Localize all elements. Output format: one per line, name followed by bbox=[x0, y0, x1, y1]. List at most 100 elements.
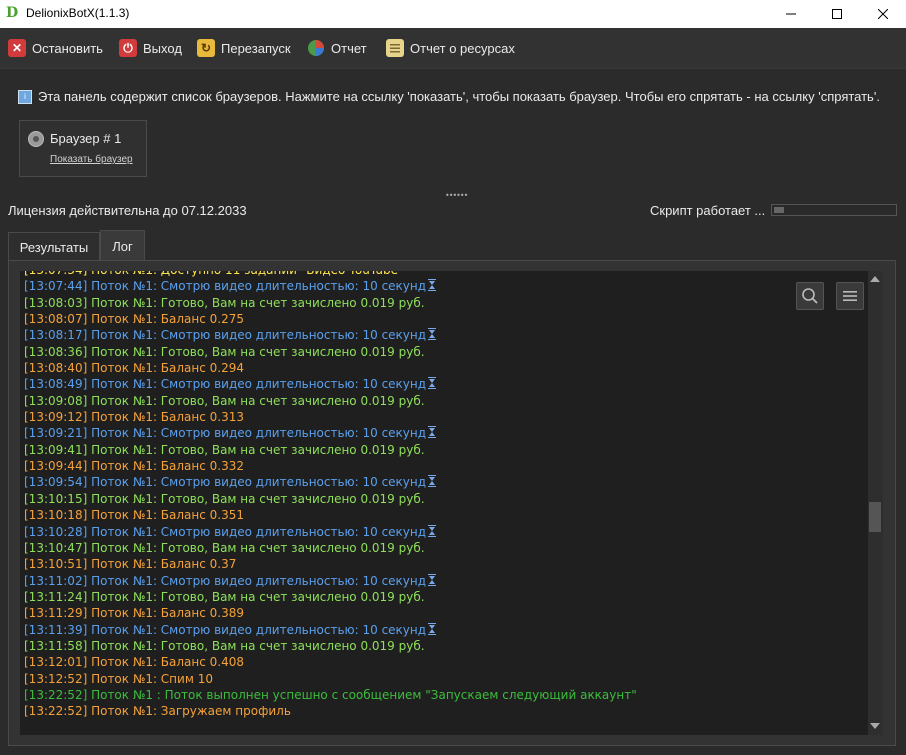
report-button[interactable]: Отчет bbox=[307, 37, 367, 59]
log-line: [13:09:44] Поток №1: Баланс 0.332 bbox=[24, 458, 637, 474]
maximize-icon bbox=[832, 9, 842, 19]
hourglass-icon bbox=[427, 328, 437, 340]
log-line-text: [13:08:36] Поток №1: Готово, Вам на счет… bbox=[24, 344, 425, 359]
log-line-text: [13:10:18] Поток №1: Баланс 0.351 bbox=[24, 508, 245, 523]
log-line-text: [13:07:44] Поток №1: Смотрю видео длител… bbox=[24, 279, 427, 294]
log-line-text: [13:09:44] Поток №1: Баланс 0.332 bbox=[24, 459, 245, 474]
toolbar: ✕ Остановить ⏻ Выход ↻ Перезапуск Отчет … bbox=[0, 28, 906, 69]
log-line-text: [13:09:54] Поток №1: Смотрю видео длител… bbox=[24, 475, 427, 490]
log-line: [13:08:36] Поток №1: Готово, Вам на счет… bbox=[24, 344, 637, 360]
progress-bar bbox=[771, 204, 897, 216]
app-logo-icon: D bbox=[6, 5, 19, 21]
report-label: Отчет bbox=[331, 40, 367, 56]
log-line-text: [13:11:24] Поток №1: Готово, Вам на счет… bbox=[24, 589, 425, 604]
tab-log[interactable]: Лог bbox=[100, 230, 145, 261]
log-line: [13:22:52] Поток №1: Загружаем профиль bbox=[24, 703, 637, 719]
log-view[interactable]: [13:07:34] Поток №1: Доступно 11 заданий… bbox=[20, 271, 868, 735]
document-list-icon bbox=[386, 39, 404, 57]
show-browser-link[interactable]: Показать браузер bbox=[50, 154, 133, 165]
menu-icon bbox=[843, 291, 857, 301]
log-line: [13:08:17] Поток №1: Смотрю видео длител… bbox=[24, 327, 637, 343]
log-line: [13:08:07] Поток №1: Баланс 0.275 bbox=[24, 311, 637, 327]
log-line-text: [13:22:52] Поток №1: Загружаем профиль bbox=[24, 704, 291, 719]
log-line: [13:09:12] Поток №1: Баланс 0.313 bbox=[24, 409, 637, 425]
maximize-button[interactable] bbox=[814, 0, 860, 28]
hourglass-icon bbox=[427, 475, 437, 487]
log-line-text: [13:07:34] Поток №1: Доступно 11 заданий… bbox=[24, 271, 404, 277]
license-text: Лицензия действительна до 07.12.2033 bbox=[8, 203, 247, 218]
log-line: [13:10:28] Поток №1: Смотрю видео длител… bbox=[24, 524, 637, 540]
log-line: [13:10:51] Поток №1: Баланс 0.37 bbox=[24, 556, 637, 572]
log-line-text: [13:08:40] Поток №1: Баланс 0.294 bbox=[24, 361, 245, 376]
hourglass-icon bbox=[427, 377, 437, 389]
scroll-thumb[interactable] bbox=[869, 502, 881, 532]
log-line-text: [13:11:39] Поток №1: Смотрю видео длител… bbox=[24, 622, 427, 637]
log-line: [13:11:02] Поток №1: Смотрю видео длител… bbox=[24, 573, 637, 589]
log-line: [13:09:21] Поток №1: Смотрю видео длител… bbox=[24, 425, 637, 441]
refresh-icon: ↻ bbox=[197, 39, 215, 57]
log-line: [13:12:01] Поток №1: Баланс 0.408 bbox=[24, 654, 637, 670]
log-line-text: [13:09:08] Поток №1: Готово, Вам на счет… bbox=[24, 393, 425, 408]
resources-report-label: Отчет о ресурсах bbox=[410, 40, 515, 56]
minimize-button[interactable] bbox=[768, 0, 814, 28]
window-title: DelionixBotX(1.1.3) bbox=[26, 6, 130, 20]
log-line-text: [13:09:12] Поток №1: Баланс 0.313 bbox=[24, 410, 245, 425]
log-line-text: [13:10:15] Поток №1: Готово, Вам на счет… bbox=[24, 491, 425, 506]
pie-chart-icon bbox=[307, 39, 325, 57]
log-line: [13:11:58] Поток №1: Готово, Вам на счет… bbox=[24, 638, 637, 654]
script-status: Скрипт работает ... bbox=[650, 203, 766, 218]
log-line-text: [13:10:47] Поток №1: Готово, Вам на счет… bbox=[24, 540, 425, 555]
hourglass-icon bbox=[427, 573, 437, 586]
info-text: Эта панель содержит список браузеров. На… bbox=[38, 89, 880, 104]
exit-button[interactable]: ⏻ Выход bbox=[119, 37, 182, 59]
close-icon bbox=[878, 9, 888, 19]
log-line-text: [13:11:29] Поток №1: Баланс 0.389 bbox=[24, 606, 245, 621]
tab-results[interactable]: Результаты bbox=[8, 232, 100, 261]
browser-logo-icon bbox=[28, 131, 44, 147]
log-line-text: [13:08:17] Поток №1: Смотрю видео длител… bbox=[24, 328, 427, 343]
log-line: [13:10:47] Поток №1: Готово, Вам на счет… bbox=[24, 540, 637, 556]
log-line: [13:07:34] Поток №1: Доступно 11 заданий… bbox=[24, 271, 637, 278]
hourglass-icon bbox=[427, 426, 437, 438]
log-line: [13:08:40] Поток №1: Баланс 0.294 bbox=[24, 360, 637, 376]
log-line: [13:10:15] Поток №1: Готово, Вам на счет… bbox=[24, 491, 637, 507]
splitter-handle[interactable]: •••••• bbox=[445, 192, 468, 200]
log-line: [13:11:24] Поток №1: Готово, Вам на счет… bbox=[24, 589, 637, 605]
resources-report-button[interactable]: Отчет о ресурсах bbox=[386, 37, 515, 59]
title-bar: D DelionixBotX(1.1.3) bbox=[0, 0, 906, 28]
log-line-text: [13:11:02] Поток №1: Смотрю видео длител… bbox=[24, 573, 427, 588]
log-menu-button[interactable] bbox=[836, 282, 864, 310]
log-line-text: [13:08:49] Поток №1: Смотрю видео длител… bbox=[24, 377, 427, 392]
tab-results-label: Результаты bbox=[19, 239, 89, 255]
stop-button[interactable]: ✕ Остановить bbox=[8, 37, 103, 59]
hourglass-icon bbox=[427, 622, 437, 635]
scroll-down-icon[interactable] bbox=[870, 723, 880, 729]
log-line-text: [13:22:52] Поток №1 : Поток выполнен усп… bbox=[24, 687, 637, 702]
minimize-icon bbox=[786, 13, 796, 15]
close-square-icon: ✕ bbox=[8, 39, 26, 57]
power-icon: ⏻ bbox=[119, 39, 137, 57]
browser-title: Браузер # 1 bbox=[50, 131, 122, 146]
browser-card: Браузер # 1 Показать браузер bbox=[19, 120, 147, 177]
log-line: [13:08:49] Поток №1: Смотрю видео длител… bbox=[24, 376, 637, 392]
log-line: [13:10:18] Поток №1: Баланс 0.351 bbox=[24, 507, 637, 523]
search-icon bbox=[802, 288, 818, 304]
progress-fill bbox=[774, 207, 784, 213]
close-button[interactable] bbox=[860, 0, 906, 28]
log-search-button[interactable] bbox=[796, 282, 824, 310]
log-line: [13:12:52] Поток №1: Спим 10 bbox=[24, 671, 637, 687]
log-line: [13:08:03] Поток №1: Готово, Вам на счет… bbox=[24, 295, 637, 311]
log-line: [13:11:39] Поток №1: Смотрю видео длител… bbox=[24, 622, 637, 638]
browser-panel-info: i Эта панель содержит список браузеров. … bbox=[18, 89, 880, 104]
log-line-text: [13:11:58] Поток №1: Готово, Вам на счет… bbox=[24, 638, 425, 653]
log-line-text: [13:08:03] Поток №1: Готово, Вам на счет… bbox=[24, 295, 425, 310]
log-scrollbar[interactable] bbox=[868, 271, 883, 735]
log-line-text: [13:09:41] Поток №1: Готово, Вам на счет… bbox=[24, 442, 425, 457]
restart-button[interactable]: ↻ Перезапуск bbox=[197, 37, 291, 59]
hourglass-icon bbox=[427, 524, 437, 537]
log-line: [13:07:44] Поток №1: Смотрю видео длител… bbox=[24, 278, 637, 294]
log-line-text: [13:12:01] Поток №1: Баланс 0.408 bbox=[24, 655, 245, 670]
log-line: [13:22:52] Поток №1 : Поток выполнен усп… bbox=[24, 687, 637, 703]
hourglass-icon bbox=[427, 279, 437, 291]
scroll-up-icon[interactable] bbox=[870, 276, 880, 282]
